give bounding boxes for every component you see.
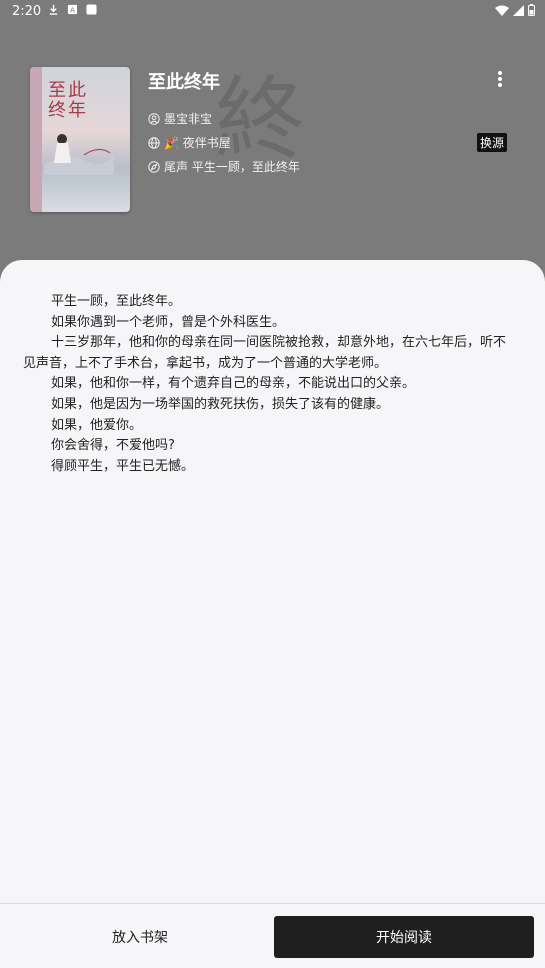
add-to-shelf-button[interactable]: 放入书架 (12, 916, 268, 958)
cover-spine-decoration (30, 67, 42, 212)
intro-paragraph: 如果，他爱你。 (51, 417, 143, 433)
intro-paragraph: 你会舍得，不爱他吗? (51, 438, 175, 454)
system-icons (495, 4, 535, 16)
intro-paragraph: 得顾平生，平生已无憾。 (51, 458, 195, 474)
intro-paragraph: 如果，他和你一样，有个遗弃自己的母亲，不能说出口的父亲。 (51, 376, 416, 392)
bottom-action-bar: 放入书架 开始阅读 (0, 903, 545, 968)
status-bar: 2:20 A (0, 0, 545, 24)
wifi-icon (495, 5, 509, 16)
source-row[interactable]: 🎉 夜伴书屋 (148, 134, 231, 151)
background-artwork: 終 (215, 67, 305, 172)
switch-source-button[interactable]: 换源 (477, 133, 508, 152)
author-row[interactable]: 墨宝非宝 (148, 110, 212, 127)
battery-icon (528, 4, 535, 16)
intro-paragraph: 如果，他是因为一场举国的救死扶伤，损失了该有的健康。 (51, 396, 390, 412)
cover-illustration (44, 134, 114, 175)
author-name: 墨宝非宝 (164, 112, 213, 126)
cover-title-art: 至此 终年 (48, 80, 88, 121)
book-title: 至此终年 (148, 72, 220, 93)
latest-chapter-title: 尾声 平生一顾，至此终年 (164, 160, 300, 174)
intro-paragraph: 十三岁那年，他和你的母亲在同一间医院被抢救，却意外地，在六七年后，听不见声音，上… (23, 335, 507, 371)
intro-paragraph: 平生一顾，至此终年。 (51, 294, 182, 309)
book-detail-screen: 終 2:20 A 至此 终年 至此终年 墨宝非宝 🎉 夜伴书屋 尾声 平生一顾，… (0, 0, 545, 968)
download-icon (49, 4, 58, 15)
source-name: 🎉 夜伴书屋 (164, 136, 231, 150)
start-reading-button[interactable]: 开始阅读 (274, 916, 534, 958)
notification-icons: A (48, 4, 97, 15)
app-notification-icon-2 (86, 4, 97, 15)
app-notification-icon: A (67, 4, 78, 15)
signal-icon (513, 4, 524, 16)
globe-icon (148, 136, 160, 149)
svg-text:A: A (70, 6, 75, 15)
user-icon (148, 112, 160, 125)
intro-paragraph: 如果你遇到一个老师，曾是个外科医生。 (51, 314, 286, 330)
book-cover[interactable]: 至此 终年 (30, 67, 130, 212)
latest-chapter-row[interactable]: 尾声 平生一顾，至此终年 (148, 158, 300, 175)
book-intro: 平生一顾，至此终年。 如果你遇到一个老师，曾是个外科医生。 十三岁那年，他和你的… (23, 292, 513, 477)
status-time: 2:20 (12, 4, 42, 19)
more-options-icon[interactable] (490, 68, 510, 90)
compass-icon (148, 160, 160, 173)
